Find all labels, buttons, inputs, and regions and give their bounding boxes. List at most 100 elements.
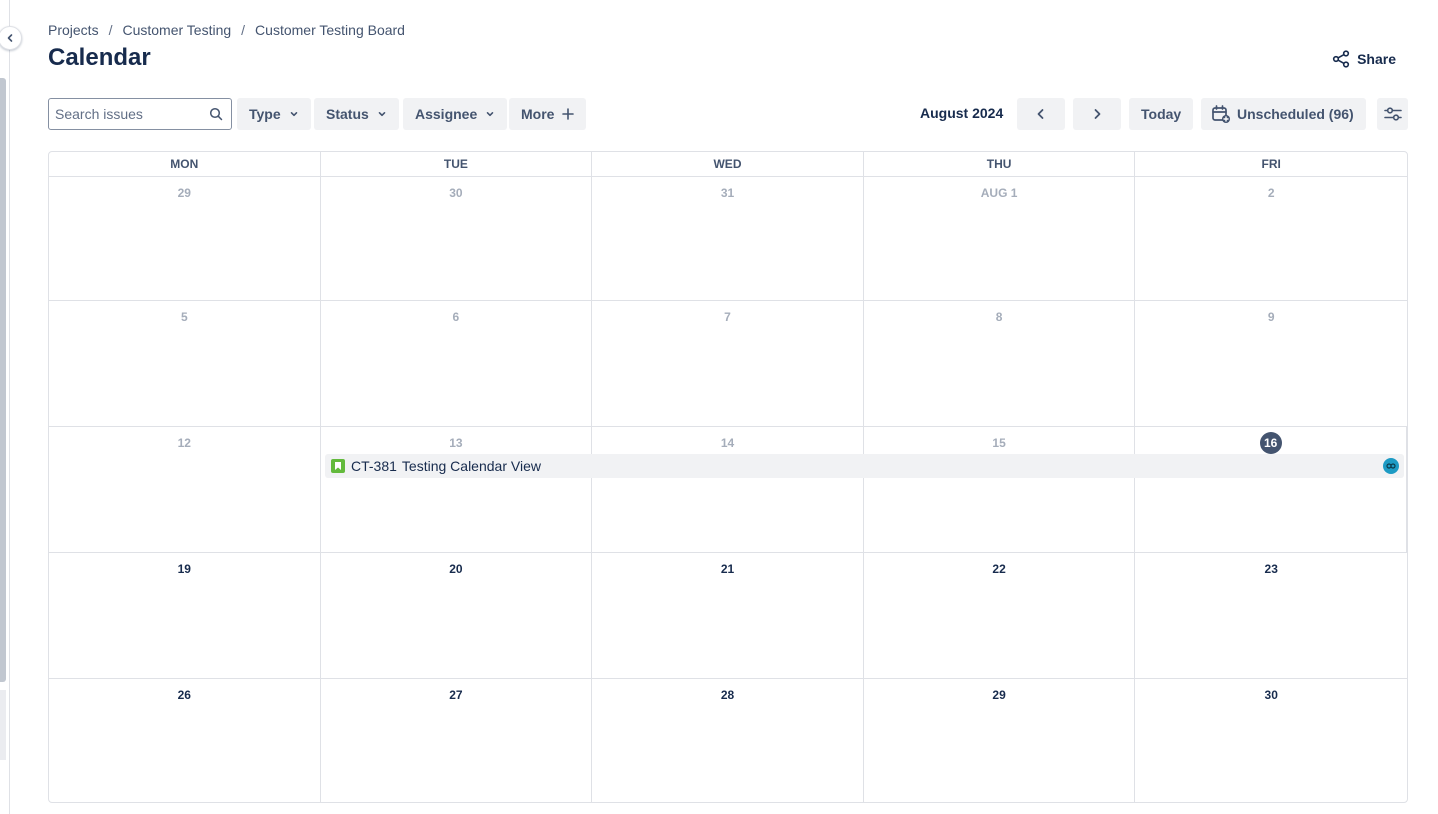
day-cell[interactable]: 30 xyxy=(321,177,593,300)
calendar-week: 26 27 28 29 30 xyxy=(49,679,1407,802)
day-number: 14 xyxy=(720,436,735,450)
day-cell[interactable]: 19 xyxy=(49,553,321,678)
calendar-grid: MON TUE WED THU FRI 29 30 31 AUG 1 2 5 6… xyxy=(48,151,1408,803)
type-filter-button[interactable]: Type xyxy=(237,98,311,130)
day-cell[interactable]: 26 xyxy=(49,679,321,802)
day-cell[interactable]: 8 xyxy=(864,301,1136,426)
status-filter-button[interactable]: Status xyxy=(314,98,399,130)
calendar-event[interactable]: CT-381 Testing Calendar View xyxy=(325,454,1404,478)
calendar-week: 29 30 31 AUG 1 2 xyxy=(49,177,1407,301)
calendar-week: 12 13 14 15 16 CT-381 Testing Calendar V… xyxy=(49,427,1407,553)
day-cell[interactable]: 23 xyxy=(1135,553,1407,678)
day-cell-today[interactable]: 16 xyxy=(1135,427,1407,552)
day-cell[interactable]: 2 xyxy=(1135,177,1407,300)
day-number: AUG 1 xyxy=(980,186,1018,200)
day-cell[interactable]: 29 xyxy=(864,679,1136,802)
day-cell[interactable]: 29 xyxy=(49,177,321,300)
day-cell[interactable]: 31 xyxy=(592,177,864,300)
day-header-thu: THU xyxy=(864,152,1136,176)
sidebar-rail-lower xyxy=(0,690,6,760)
chevron-down-icon xyxy=(486,112,494,117)
day-cell[interactable]: 28 xyxy=(592,679,864,802)
chevron-left-icon xyxy=(1037,109,1044,119)
day-cell[interactable]: 15 xyxy=(864,427,1136,552)
page-title: Calendar xyxy=(48,44,151,71)
day-number: 13 xyxy=(449,436,463,450)
day-number: 23 xyxy=(1264,562,1278,576)
day-number: 27 xyxy=(449,688,463,702)
day-number: 6 xyxy=(452,310,460,324)
day-cell[interactable]: 20 xyxy=(321,553,593,678)
calendar-add-icon xyxy=(1212,105,1230,123)
day-cell[interactable]: 27 xyxy=(321,679,593,802)
day-cell[interactable]: 7 xyxy=(592,301,864,426)
type-filter-label: Type xyxy=(249,106,281,122)
breadcrumb-projects[interactable]: Projects xyxy=(48,22,99,38)
day-cell[interactable]: 14 xyxy=(592,427,864,552)
day-number: 30 xyxy=(449,186,463,200)
breadcrumb-project[interactable]: Customer Testing xyxy=(122,22,231,38)
day-number: 15 xyxy=(992,436,1006,450)
chevron-down-icon xyxy=(378,112,386,117)
toolbar: Type Status Assignee More August 2024 To… xyxy=(48,98,1408,132)
unscheduled-button[interactable]: Unscheduled (96) xyxy=(1201,98,1366,130)
day-number: 7 xyxy=(724,310,731,324)
day-cell[interactable]: 6 xyxy=(321,301,593,426)
day-cell[interactable]: 9 xyxy=(1135,301,1407,426)
breadcrumb-separator: / xyxy=(241,22,246,38)
assignee-filter-label: Assignee xyxy=(415,106,478,122)
assignee-filter-button[interactable]: Assignee xyxy=(403,98,508,130)
day-number: 8 xyxy=(995,310,1003,324)
assignee-avatar[interactable] xyxy=(1383,458,1399,474)
day-number: 22 xyxy=(992,562,1006,576)
day-number: 29 xyxy=(177,186,191,200)
search-input[interactable] xyxy=(55,106,195,122)
day-number: 12 xyxy=(177,436,191,450)
breadcrumb-board[interactable]: Customer Testing Board xyxy=(255,22,405,38)
calendar-week: 5 6 7 8 9 xyxy=(49,301,1407,427)
breadcrumb: Projects / Customer Testing / Customer T… xyxy=(48,22,405,38)
day-cell[interactable]: 21 xyxy=(592,553,864,678)
search-box xyxy=(48,98,232,130)
day-cell[interactable]: 30 xyxy=(1135,679,1407,802)
day-cell[interactable]: 5 xyxy=(49,301,321,426)
current-month-label: August 2024 xyxy=(920,105,1004,121)
day-number: 2 xyxy=(1267,186,1275,200)
more-filters-button[interactable]: More xyxy=(509,98,587,130)
day-header-mon: MON xyxy=(49,152,321,176)
next-month-button[interactable] xyxy=(1073,98,1121,130)
chevron-right-icon xyxy=(1094,109,1101,119)
event-issue-key: CT-381 xyxy=(351,458,397,474)
day-number: 31 xyxy=(720,186,735,200)
chevron-left-icon xyxy=(7,34,13,42)
calendar-header: MON TUE WED THU FRI xyxy=(49,152,1407,177)
unscheduled-label: Unscheduled (96) xyxy=(1237,106,1354,122)
view-settings-button[interactable] xyxy=(1377,98,1408,130)
share-label: Share xyxy=(1357,51,1396,67)
day-number: 30 xyxy=(1264,688,1278,702)
day-number: 9 xyxy=(1267,310,1275,324)
calendar-week: 19 20 21 22 23 xyxy=(49,553,1407,679)
day-cell[interactable]: AUG 1 xyxy=(864,177,1136,300)
today-button[interactable]: Today xyxy=(1129,98,1194,130)
day-number: 21 xyxy=(720,562,735,576)
day-cell[interactable]: 12 xyxy=(49,427,321,552)
today-badge: 16 xyxy=(1259,432,1282,454)
day-header-wed: WED xyxy=(592,152,864,176)
day-cell[interactable]: 22 xyxy=(864,553,1136,678)
share-icon xyxy=(1332,50,1350,68)
plus-icon xyxy=(562,108,575,120)
search-icon[interactable] xyxy=(209,107,223,121)
previous-month-button[interactable] xyxy=(1017,98,1065,130)
day-number: 28 xyxy=(720,688,735,702)
today-label: Today xyxy=(1141,106,1182,122)
chevron-down-icon xyxy=(290,112,297,117)
day-number: 29 xyxy=(992,688,1006,702)
share-button[interactable]: Share xyxy=(1319,46,1408,72)
day-header-fri: FRI xyxy=(1261,157,1281,171)
day-cell[interactable]: 13 xyxy=(321,427,593,552)
sidebar-scrollbar[interactable] xyxy=(0,78,6,682)
status-filter-label: Status xyxy=(326,106,369,122)
story-icon xyxy=(331,459,345,473)
collapse-sidebar-button[interactable] xyxy=(0,26,22,50)
